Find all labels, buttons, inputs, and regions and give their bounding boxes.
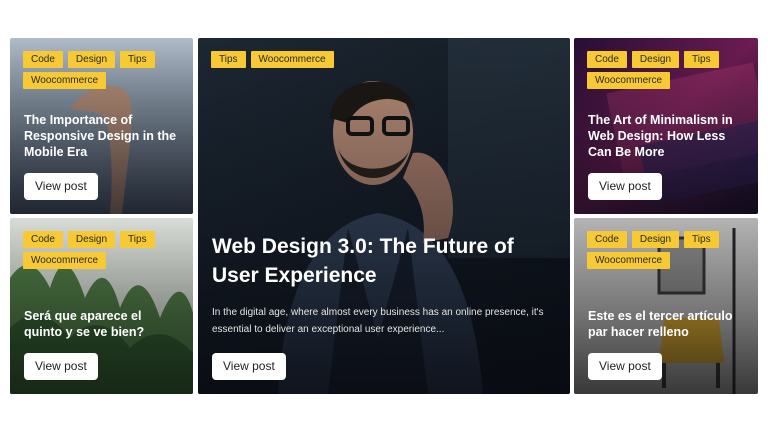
tag-design[interactable]: Design [631,51,680,68]
post-card-featured[interactable]: Tips Woocommerce Web Design 3.0: The Fut… [198,38,570,394]
post-card-minimalism[interactable]: Code Design Tips Woocommerce The Art of … [574,38,758,214]
tag-woocommerce[interactable]: Woocommerce [587,72,671,89]
tag-list: Code Design Tips Woocommerce [23,231,193,269]
post-card-responsive-design[interactable]: Code Design Tips Woocommerce The Importa… [10,38,193,214]
tag-woocommerce[interactable]: Woocommerce [587,252,671,269]
tag-code[interactable]: Code [23,231,63,248]
post-title[interactable]: The Importance of Responsive Design in t… [24,112,179,160]
post-card-tercer-articulo[interactable]: Code Design Tips Woocommerce Este es el … [574,218,758,394]
tag-design[interactable]: Design [67,231,116,248]
post-title[interactable]: The Art of Minimalism in Web Design: How… [588,112,743,160]
post-card-quinto[interactable]: Code Design Tips Woocommerce Será que ap… [10,218,193,394]
tag-tips[interactable]: Tips [211,51,246,68]
tag-tips[interactable]: Tips [684,231,719,248]
tag-list: Code Design Tips Woocommerce [587,51,757,89]
tag-list: Code Design Tips Woocommerce [587,231,757,269]
view-post-button[interactable]: View post [212,353,286,380]
tag-list: Code Design Tips Woocommerce [23,51,193,89]
tag-woocommerce[interactable]: Woocommerce [23,72,107,89]
featured-post-title[interactable]: Web Design 3.0: The Future of User Exper… [212,232,552,290]
blog-post-grid: Code Design Tips Woocommerce The Importa… [10,38,758,394]
tag-design[interactable]: Design [631,231,680,248]
post-title[interactable]: Será que aparece el quinto y se ve bien? [24,308,179,340]
view-post-button[interactable]: View post [24,173,98,200]
tag-design[interactable]: Design [67,51,116,68]
tag-tips[interactable]: Tips [120,231,155,248]
tag-code[interactable]: Code [587,51,627,68]
tag-woocommerce[interactable]: Woocommerce [23,252,107,269]
view-post-button[interactable]: View post [24,353,98,380]
view-post-button[interactable]: View post [588,173,662,200]
tag-tips[interactable]: Tips [120,51,155,68]
view-post-button[interactable]: View post [588,353,662,380]
featured-post-excerpt: In the digital age, where almost every b… [212,307,544,335]
tag-woocommerce[interactable]: Woocommerce [250,51,334,68]
post-title[interactable]: Este es el tercer artículo par hacer rel… [588,308,743,340]
tag-code[interactable]: Code [23,51,63,68]
tag-code[interactable]: Code [587,231,627,248]
tag-tips[interactable]: Tips [684,51,719,68]
tag-list: Tips Woocommerce [211,51,511,68]
